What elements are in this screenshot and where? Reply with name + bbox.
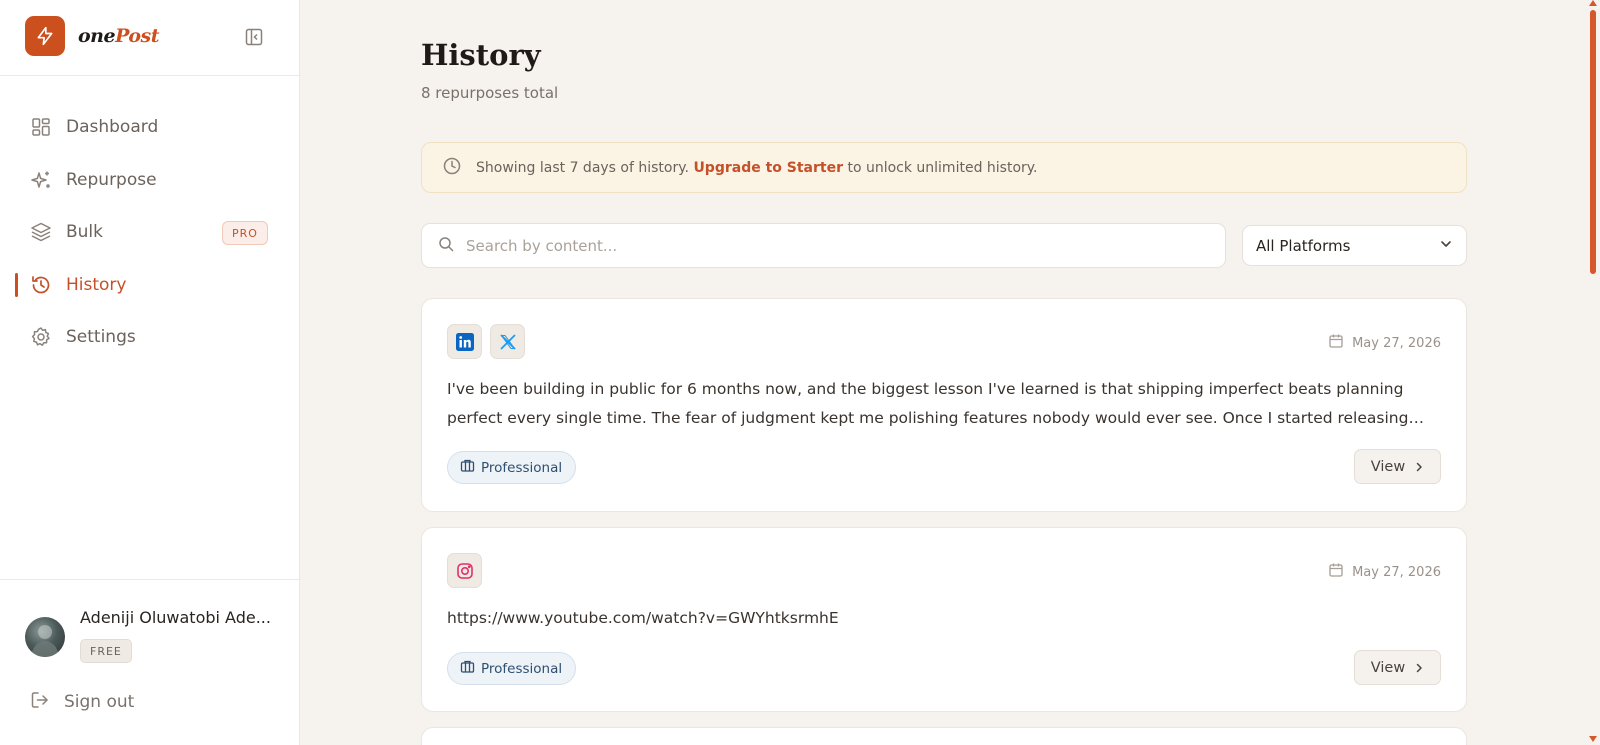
plan-badge: FREE [80,639,132,663]
sidebar-item-dashboard[interactable]: Dashboard [0,101,300,154]
history-clock-icon [30,274,52,296]
brand-name-post: Post [115,25,160,47]
tone-badge: Professional [447,451,577,484]
brand-name-one: one [78,25,116,47]
sidebar: onePost Dashboard Repurpose Bulk PRO His… [0,0,300,745]
sidebar-item-bulk[interactable]: Bulk PRO [0,206,300,259]
card-content: https://www.youtube.com/watch?v=GWYhtksr… [447,609,839,627]
scroll-down-arrow-icon[interactable] [1589,736,1597,742]
tone-badge: Professional [447,652,577,685]
view-button-label: View [1370,659,1406,676]
sidebar-nav: Dashboard Repurpose Bulk PRO History Set… [0,101,300,364]
linkedin-icon [447,324,482,359]
lightning-icon [25,16,65,56]
pro-badge: PRO [222,221,268,245]
sign-out-label: Sign out [64,692,135,712]
search-box[interactable] [421,223,1226,268]
notice-text: Showing last 7 days of history. Upgrade … [476,160,1038,176]
sidebar-divider [0,75,300,76]
briefcase-icon [460,458,475,477]
sparkles-icon [30,169,52,191]
log-out-icon [30,690,50,714]
x-twitter-icon [490,324,525,359]
sidebar-item-repurpose[interactable]: Repurpose [0,154,300,207]
clock-icon [442,156,462,180]
briefcase-icon [460,659,475,678]
sidebar-item-label: Bulk [66,222,104,243]
page-subtitle: 8 repurposes total [421,84,559,102]
sidebar-item-label: Repurpose [66,169,157,190]
search-input[interactable] [466,236,1206,255]
card-date: May 27, 2026 [1328,333,1441,353]
layers-icon [30,221,52,243]
notice-text-after: to unlock unlimited history. [843,159,1038,176]
card-date-text: May 27, 2026 [1352,564,1441,580]
avatar[interactable] [25,617,65,657]
sidebar-item-label: History [66,274,127,295]
history-limit-notice: Showing last 7 days of history. Upgrade … [421,142,1467,193]
sidebar-item-history[interactable]: History [0,259,300,312]
scrollbar-thumb[interactable] [1590,10,1596,274]
calendar-icon [1328,333,1344,353]
brand-name: onePost [78,25,160,47]
search-icon [438,236,454,256]
platform-filter-select[interactable]: All Platforms [1242,225,1467,266]
view-button-label: View [1370,458,1406,475]
card-content: I've been building in public for 6 month… [447,380,1409,427]
chevron-down-icon [1439,236,1453,255]
scrollbar[interactable] [1585,0,1600,745]
tone-label: Professional [481,459,563,476]
sidebar-divider [0,579,300,580]
sidebar-item-settings[interactable]: Settings [0,311,300,364]
active-indicator [15,272,18,297]
history-card: May 27, 2026 I've been building in publi… [421,298,1467,512]
user-name: Adeniji Oluwatobi Ade... [80,608,271,627]
main-content: History 8 repurposes total Showing last … [300,0,1585,745]
card-date: May 27, 2026 [1328,562,1441,582]
platform-icons [447,324,525,359]
instagram-icon [447,553,482,588]
brand-logo[interactable]: onePost [25,16,160,56]
history-card: May 27, 2026 https://www.youtube.com/wat… [421,527,1467,712]
view-button[interactable]: View [1354,650,1441,685]
sidebar-collapse-icon[interactable] [244,27,264,47]
view-button[interactable]: View [1354,449,1441,484]
platform-filter-value: All Platforms [1256,236,1351,255]
page-title: History [421,38,541,72]
chevron-right-icon [1414,462,1424,472]
calendar-icon [1328,562,1344,582]
gear-icon [30,326,52,348]
scroll-up-arrow-icon[interactable] [1589,0,1597,6]
tone-label: Professional [481,660,563,677]
upgrade-link[interactable]: Upgrade to Starter [693,160,843,176]
notice-text-before: Showing last 7 days of history. [476,159,694,176]
sidebar-item-label: Settings [66,327,136,348]
dashboard-grid-icon [30,116,52,138]
chevron-right-icon [1414,663,1424,673]
history-card [421,727,1467,745]
platform-icons [447,553,482,588]
card-date-text: May 27, 2026 [1352,335,1441,351]
sign-out-button[interactable]: Sign out [30,690,134,714]
sidebar-item-label: Dashboard [66,117,159,138]
